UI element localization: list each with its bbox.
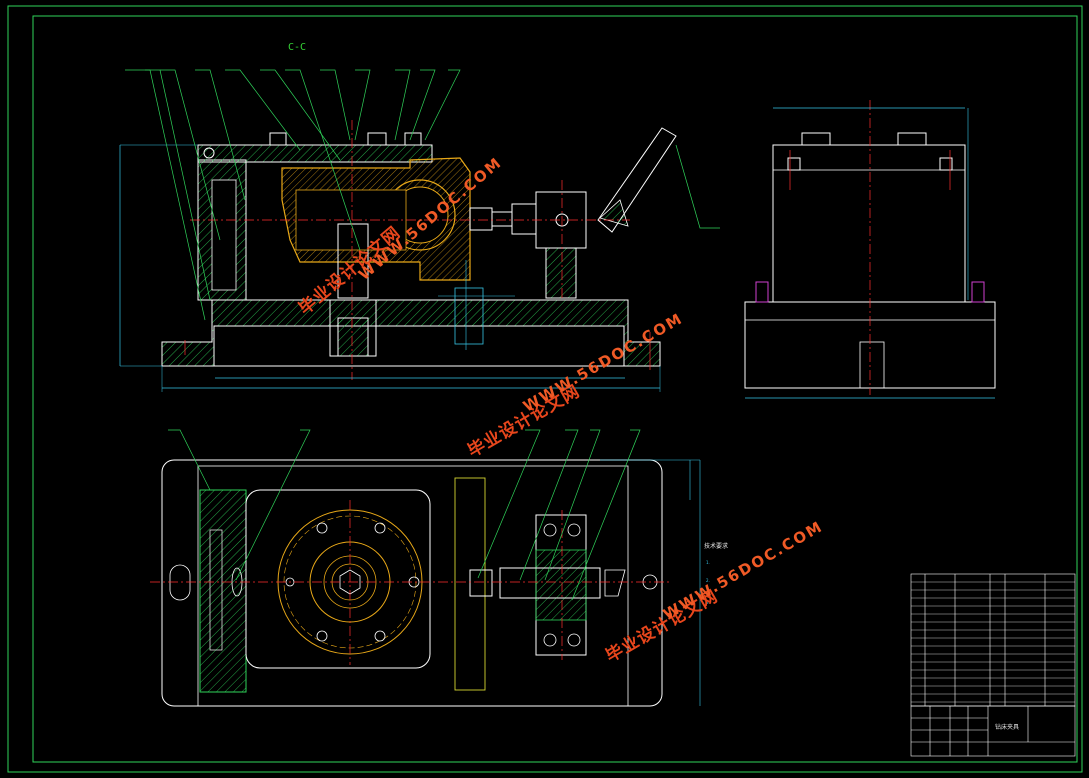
top-drill-plate	[197, 144, 433, 163]
title-block	[910, 705, 1076, 757]
base-inner	[213, 325, 625, 367]
clamp-body	[535, 191, 587, 249]
title-block-drawing-name: 钻床夹具	[995, 724, 1020, 731]
tech-note-line: 1.	[706, 560, 710, 565]
tech-notes-title: 技术要求	[704, 543, 729, 550]
side-view	[744, 100, 996, 399]
parts-list-rows	[911, 581, 1075, 703]
top-view	[150, 429, 701, 707]
section-label: C-C	[288, 42, 306, 53]
